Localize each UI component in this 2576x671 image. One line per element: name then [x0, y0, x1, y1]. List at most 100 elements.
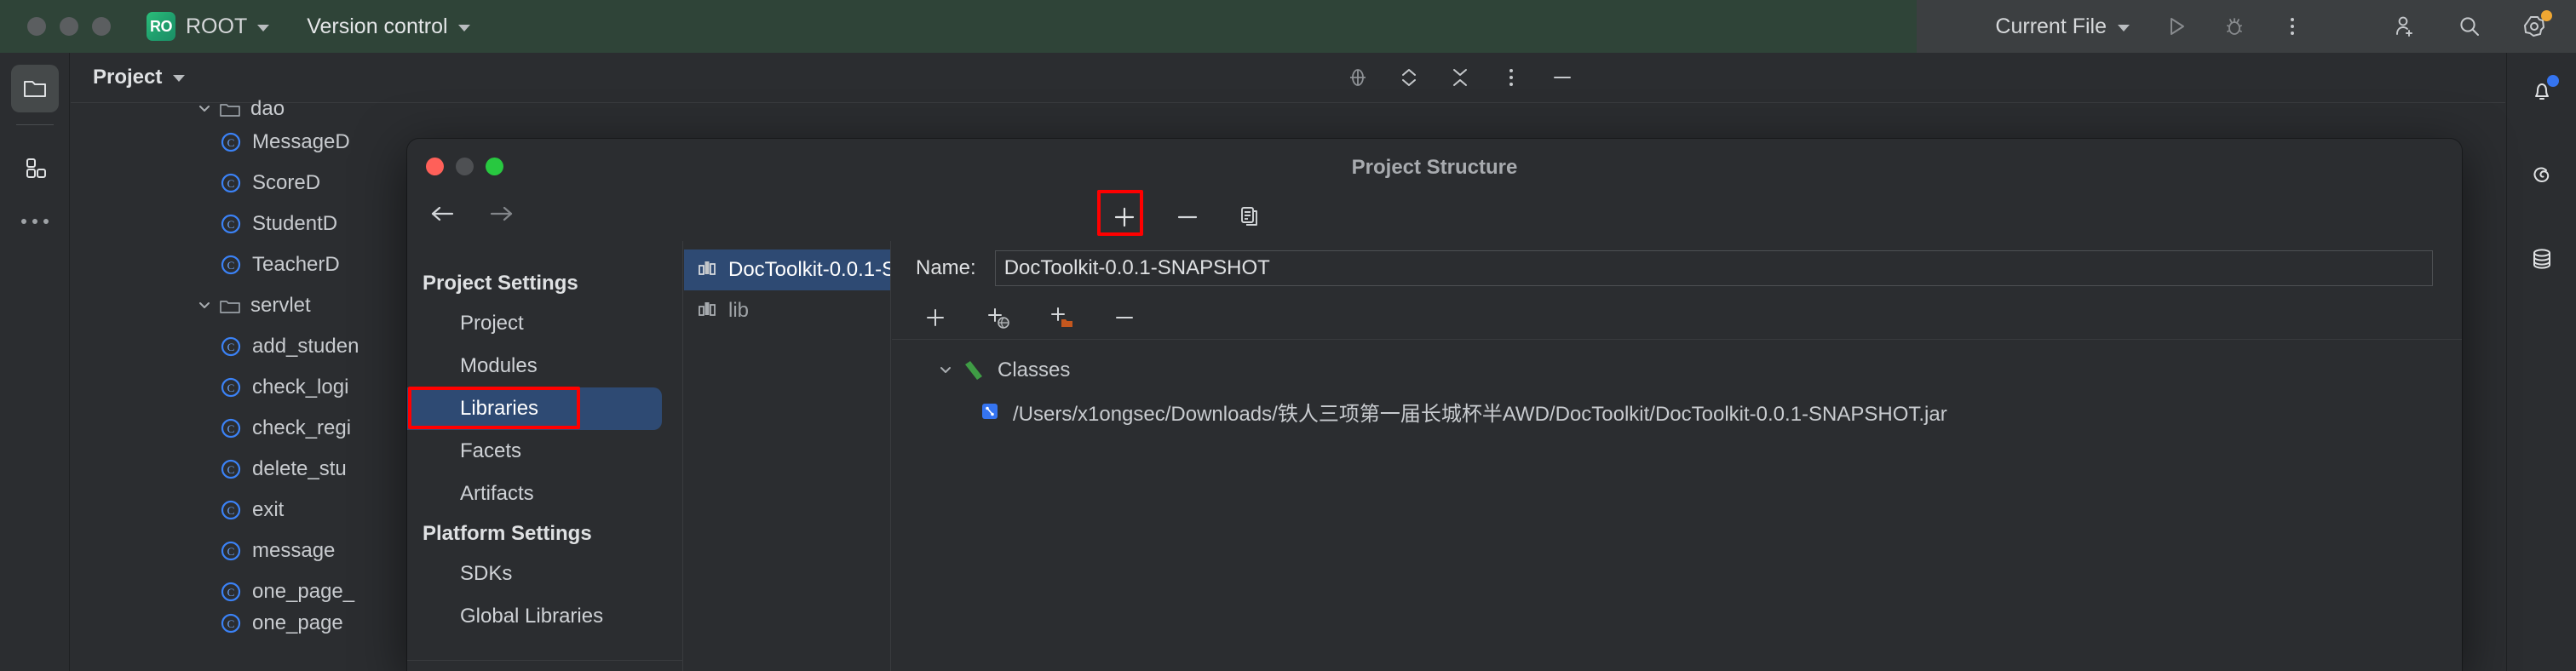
add-root-button[interactable]: [917, 300, 953, 336]
sidebar-item-label: Global Libraries: [460, 605, 604, 628]
options-menu-icon[interactable]: [1497, 63, 1526, 92]
chevron-down-icon[interactable]: [173, 75, 186, 82]
code-with-me-button[interactable]: [2385, 7, 2424, 46]
sidebar-item-label: Modules: [460, 354, 538, 377]
add-directory-root-button[interactable]: [1044, 300, 1079, 336]
tree-item-label: exit: [252, 498, 285, 521]
hide-tool-window-icon[interactable]: [1548, 63, 1577, 92]
java-class-icon: C: [219, 539, 243, 563]
group-header-project-settings: Project Settings: [423, 272, 578, 295]
tree-item-label: delete_stu: [252, 457, 347, 480]
project-panel-actions: [1343, 53, 1577, 102]
run-configuration-selector[interactable]: Current File: [1983, 0, 2142, 53]
tree-row-classes[interactable]: Classes: [892, 350, 2462, 391]
more-actions-button[interactable]: [2273, 7, 2312, 46]
tree-item-label: add_studen: [252, 335, 359, 358]
debug-button[interactable]: [2215, 7, 2254, 46]
sidebar-item-project[interactable]: [10, 65, 59, 112]
library-roots-tree[interactable]: Classes /Users/x1ongsec/Downloads/铁人三项第一…: [892, 340, 2462, 432]
chevron-down-icon[interactable]: [931, 362, 960, 379]
dialog-titlebar: Project Structure: [407, 139, 2462, 193]
rail-divider: [15, 124, 54, 125]
folder-icon: [219, 100, 241, 118]
sidebar-item-sdks[interactable]: SDKs: [407, 553, 682, 595]
java-class-icon: C: [219, 253, 243, 277]
add-jar-from-maven-button[interactable]: [980, 300, 1016, 336]
sidebar-item-structure[interactable]: [11, 144, 59, 192]
library-name-input[interactable]: [994, 250, 2433, 286]
add-library-button[interactable]: [1097, 190, 1143, 236]
settings-update-badge: [2541, 10, 2552, 21]
minimize-window-button[interactable]: [60, 17, 78, 36]
maximize-window-button[interactable]: [92, 17, 111, 36]
chevron-down-icon: [457, 24, 470, 32]
expand-all-icon[interactable]: [1394, 63, 1423, 92]
sidebar-item-facets[interactable]: Facets: [407, 430, 682, 473]
chevron-down-icon[interactable]: [190, 297, 219, 314]
back-arrow-icon[interactable]: [426, 197, 460, 231]
svg-text:C: C: [227, 218, 235, 231]
tree-item-label: Classes: [998, 358, 1071, 381]
dialog-toolbar: [407, 190, 2462, 241]
sidebar-divider: [407, 660, 682, 661]
dialog-title: Project Structure: [1351, 156, 1518, 179]
svg-text:C: C: [227, 504, 235, 517]
close-window-button[interactable]: [27, 17, 46, 36]
svg-text:C: C: [227, 381, 235, 394]
remove-root-button[interactable]: [1107, 300, 1142, 336]
tree-item-label: /Users/x1ongsec/Downloads/铁人三项第一届长城杯半AWD…: [1013, 402, 1947, 426]
right-tool-rail: [2506, 53, 2576, 671]
project-name-label: ROOT: [186, 14, 248, 38]
sidebar-item-label: Artifacts: [460, 482, 534, 505]
sidebar-item-label: Project: [460, 312, 524, 335]
java-class-icon: C: [219, 171, 243, 195]
java-class-icon: C: [219, 376, 243, 399]
tree-item-label: StudentD: [252, 212, 338, 235]
dialog-navigation: [426, 197, 518, 231]
remove-library-button[interactable]: [1169, 198, 1206, 236]
forward-arrow-icon[interactable]: [484, 197, 518, 231]
select-opened-file-icon[interactable]: [1343, 63, 1372, 92]
svg-text:C: C: [227, 586, 235, 599]
tree-item-label: ScoreD: [252, 171, 321, 194]
run-button[interactable]: [2157, 7, 2196, 46]
sidebar-item-libraries[interactable]: Libraries: [407, 387, 662, 430]
project-widget[interactable]: RO ROOT: [147, 12, 270, 41]
svg-text:C: C: [227, 341, 235, 353]
sidebar-item-artifacts[interactable]: Artifacts: [407, 473, 682, 515]
list-item[interactable]: lib: [684, 290, 890, 331]
java-class-icon: C: [219, 416, 243, 440]
java-class-icon: C: [219, 335, 243, 358]
more-vertical-icon: [2291, 18, 2294, 35]
copy-library-button[interactable]: [1232, 198, 1269, 236]
svg-text:C: C: [227, 136, 235, 149]
library-name-label: Name:: [916, 256, 976, 279]
more-tool-windows-icon[interactable]: [20, 219, 49, 224]
tree-row-dao[interactable]: dao: [71, 96, 999, 122]
version-control-widget[interactable]: Version control: [307, 14, 470, 39]
library-list[interactable]: DocToolkit-0.0.1-SNAPSHOT lib: [684, 241, 891, 671]
list-item[interactable]: DocToolkit-0.0.1-SNAPSHOT: [684, 249, 890, 290]
notifications-button[interactable]: [2518, 68, 2566, 116]
ai-assistant-button[interactable]: [2518, 152, 2566, 199]
notification-badge: [2546, 75, 2559, 87]
java-class-icon: C: [219, 612, 243, 634]
tree-item-label: check_logi: [252, 376, 349, 399]
database-button[interactable]: [2518, 235, 2566, 283]
list-item-label: DocToolkit-0.0.1-SNAPSHOT: [728, 258, 891, 281]
tree-item-label: message: [252, 539, 336, 562]
sidebar-item-global-libraries[interactable]: Global Libraries: [407, 595, 682, 638]
window-traffic-lights[interactable]: [27, 17, 111, 36]
sidebar-item-project[interactable]: Project: [407, 302, 682, 345]
library-icon: [696, 256, 718, 284]
java-class-icon: C: [219, 580, 243, 604]
library-name-row: Name:: [892, 241, 2462, 295]
chevron-down-icon[interactable]: [190, 100, 219, 118]
settings-button[interactable]: [2515, 7, 2554, 46]
search-everywhere-button[interactable]: [2450, 7, 2489, 46]
tree-row-jar[interactable]: /Users/x1ongsec/Downloads/铁人三项第一届长城杯半AWD…: [892, 391, 2462, 432]
java-class-icon: C: [219, 130, 243, 154]
tree-item-label: one_page_: [252, 580, 355, 603]
collapse-all-icon[interactable]: [1446, 63, 1475, 92]
sidebar-item-modules[interactable]: Modules: [407, 345, 682, 387]
